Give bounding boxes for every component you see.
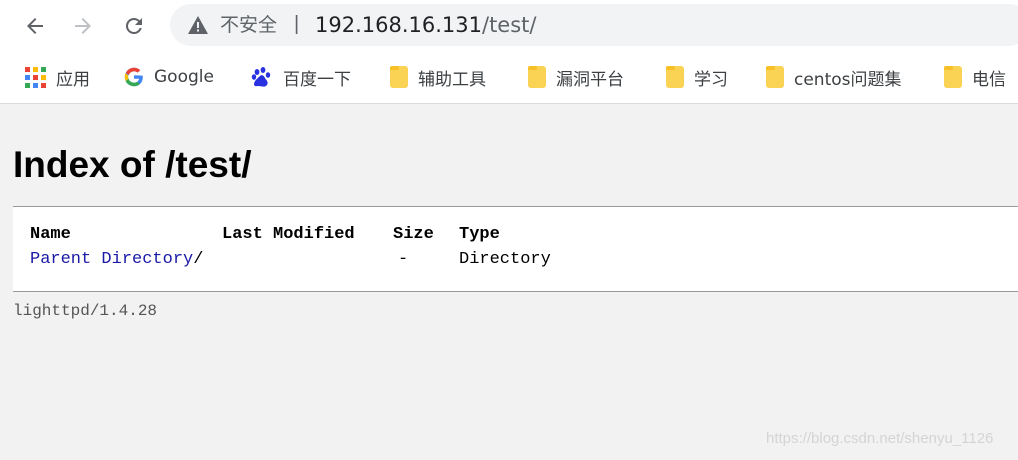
arrow-left-icon xyxy=(27,18,43,34)
folder-icon xyxy=(528,66,546,88)
google-g-icon xyxy=(124,67,143,87)
address-bar[interactable]: 不安全 | 192.168.16.131/test/ xyxy=(170,4,1018,46)
forward-button[interactable] xyxy=(66,9,100,43)
warning-triangle-icon xyxy=(188,16,208,34)
bookmark-label: 漏洞平台 xyxy=(556,69,624,90)
bookmark-folder-tools[interactable]: 辅助工具 xyxy=(390,64,486,90)
browser-toolbar: 不安全 | 192.168.16.131/test/ xyxy=(0,0,1018,54)
table-row-size: - xyxy=(398,250,409,269)
bookmark-label: 学习 xyxy=(694,69,728,90)
reload-button[interactable] xyxy=(117,9,151,43)
column-header-type[interactable]: Type xyxy=(459,224,500,246)
folder-icon xyxy=(390,66,408,88)
server-signature: lighttpd/1.4.28 xyxy=(13,302,158,320)
url-host: 192.168.16.131 xyxy=(315,13,482,37)
bookmark-label: centos问题集 xyxy=(794,69,902,90)
folder-icon xyxy=(666,66,684,88)
bookmark-folder-study[interactable]: 学习 xyxy=(666,64,728,90)
folder-icon xyxy=(944,66,962,88)
bookmark-folder-telecom[interactable]: 电信 xyxy=(944,64,1006,90)
parent-directory-link[interactable]: Parent Directory xyxy=(30,250,193,269)
bookmark-label: Google xyxy=(154,67,214,87)
column-header-name[interactable]: Name xyxy=(30,224,71,246)
watermark: https://blog.csdn.net/shenyu_1126 xyxy=(766,430,994,447)
security-label: 不安全 xyxy=(220,14,278,36)
page-content: Index of /test/ Name Last Modified Size … xyxy=(0,105,1018,460)
directory-listing: Name Last Modified Size Type Parent Dire… xyxy=(13,206,1018,292)
table-row-type: Directory xyxy=(459,250,551,269)
page-title: Index of /test/ xyxy=(13,144,252,185)
table-row-name: Parent Directory/ xyxy=(30,249,203,271)
bookmark-google[interactable]: Google xyxy=(124,64,214,90)
reload-icon xyxy=(125,17,142,34)
bookmark-folder-vuln[interactable]: 漏洞平台 xyxy=(528,64,624,90)
bookmark-label: 辅助工具 xyxy=(418,69,486,90)
url-separator: | xyxy=(294,13,300,35)
folder-icon xyxy=(766,66,784,88)
baidu-paw-icon xyxy=(251,67,271,87)
back-button[interactable] xyxy=(18,9,52,43)
bookmark-label: 百度一下 xyxy=(283,69,351,90)
bookmark-label: 应用 xyxy=(56,69,90,90)
column-header-size[interactable]: Size xyxy=(393,224,434,246)
bookmark-apps[interactable]: 应用 xyxy=(25,64,90,90)
bookmark-baidu[interactable]: 百度一下 xyxy=(251,64,351,90)
url-path: /test/ xyxy=(482,13,537,37)
bookmarks-bar: 应用 Google 百度一下 辅助工具 漏洞平台 学习 centos问题集 电信 xyxy=(0,54,1018,104)
apps-grid-icon xyxy=(25,66,46,88)
directory-suffix: / xyxy=(193,250,204,269)
bookmark-label: 电信 xyxy=(972,69,1006,90)
url-text: 192.168.16.131/test/ xyxy=(315,14,536,36)
bookmark-folder-centos[interactable]: centos问题集 xyxy=(766,64,902,90)
arrow-right-icon xyxy=(75,18,91,34)
column-header-modified[interactable]: Last Modified xyxy=(222,224,355,246)
